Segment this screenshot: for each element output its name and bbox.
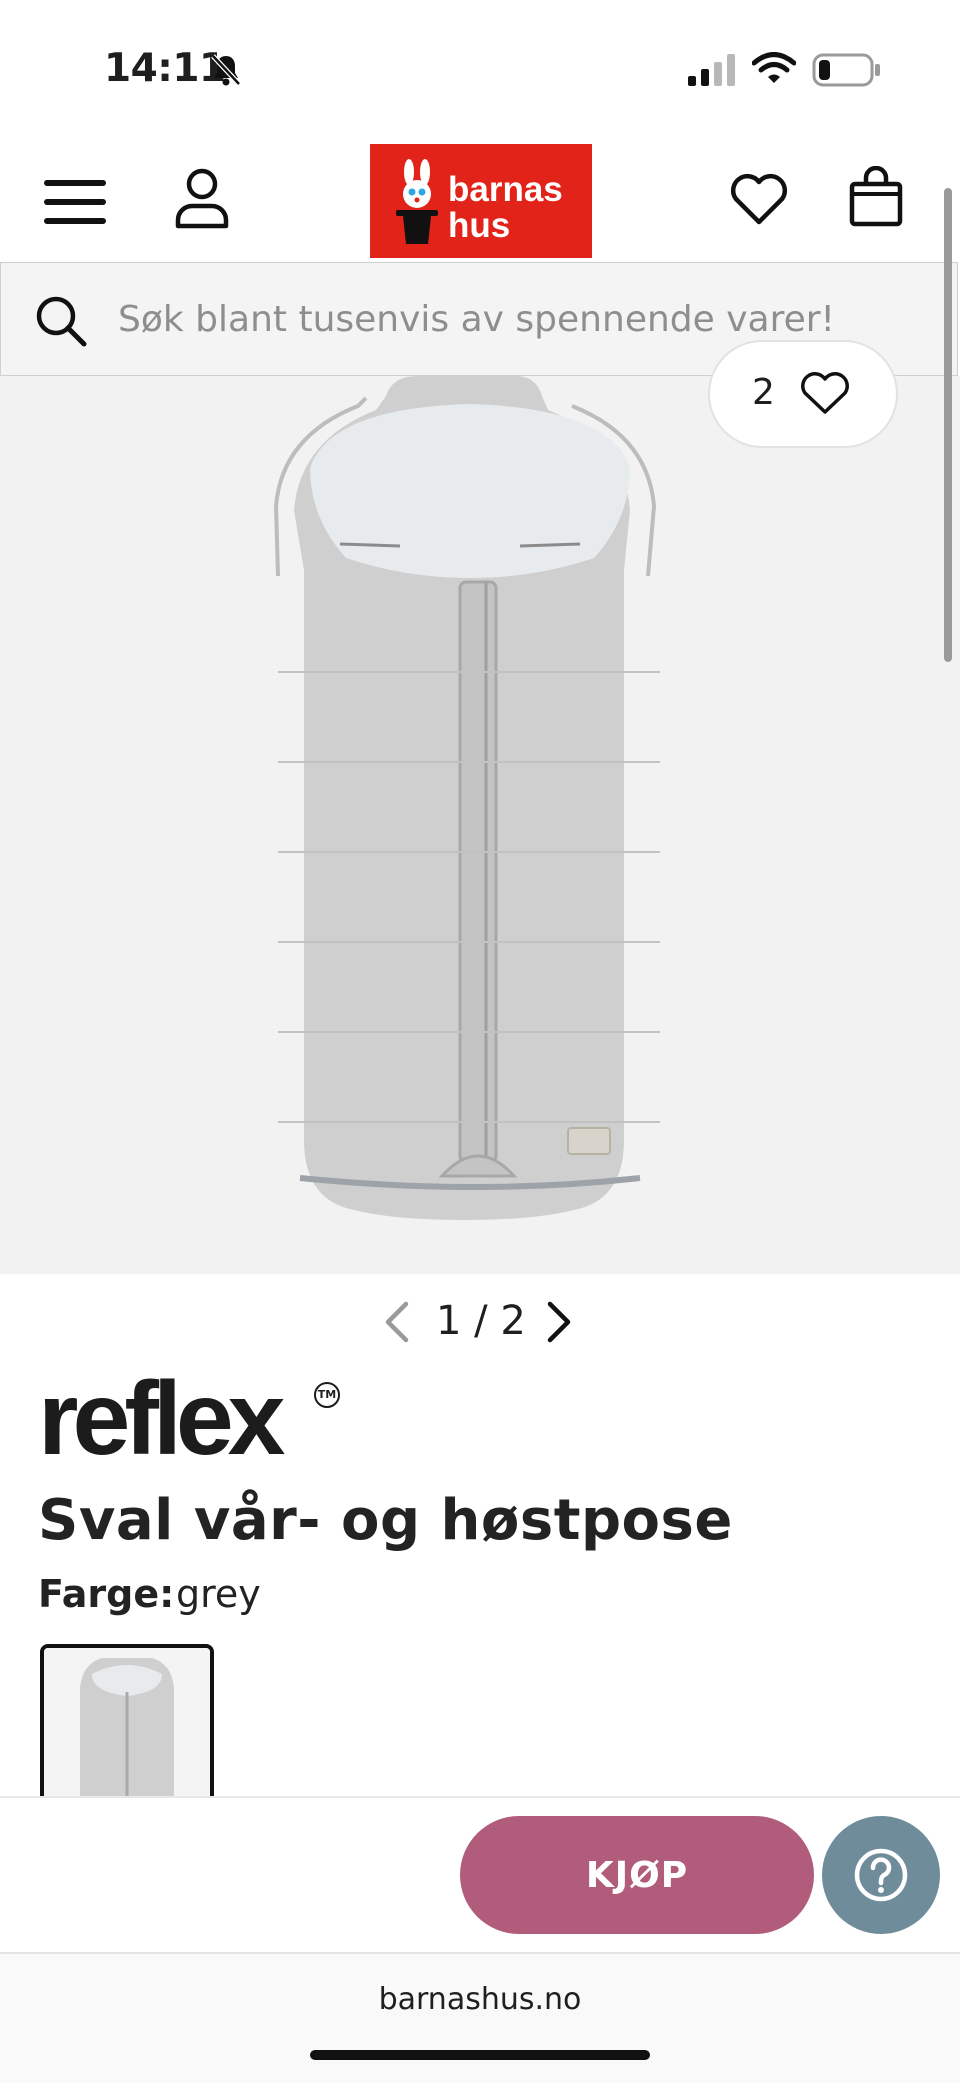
brand-logo[interactable]: reflex — [38, 1364, 286, 1474]
heart-icon — [798, 370, 852, 422]
product-title: Sval vår- og høstpose — [38, 1488, 733, 1553]
buy-button[interactable]: KJØP — [460, 1816, 814, 1934]
chevron-left-icon[interactable] — [382, 1300, 412, 1348]
color-value: grey — [176, 1572, 261, 1616]
bell-slash-icon — [208, 52, 244, 92]
account-button[interactable] — [172, 166, 232, 230]
color-swatch-grey[interactable] — [40, 1644, 214, 1804]
product-image-footmuff[interactable] — [270, 376, 690, 1256]
wifi-icon — [751, 52, 797, 90]
help-icon — [854, 1848, 908, 1902]
page-scrollbar[interactable] — [944, 188, 952, 662]
cart-icon — [849, 165, 903, 227]
wishlist-button[interactable] — [728, 168, 790, 230]
chevron-right-icon[interactable] — [544, 1300, 574, 1348]
home-indicator[interactable] — [310, 2050, 650, 2060]
color-label: Farge: — [38, 1572, 175, 1616]
gallery-pager: 1 / 2 — [436, 1298, 526, 1344]
trademark-mark: TM — [314, 1382, 340, 1408]
browser-url[interactable]: barnashus.no — [0, 1982, 960, 2017]
browser-url-bar[interactable] — [0, 1952, 960, 2083]
wishlist-icon — [730, 174, 788, 225]
like-count: 2 — [752, 372, 775, 413]
bunny-hat-logo-icon — [396, 159, 438, 244]
menu-button[interactable] — [42, 176, 108, 228]
logo-text: barnas hus — [448, 170, 563, 245]
battery-icon — [812, 52, 882, 92]
menu-icon — [44, 180, 106, 224]
signal-icon — [688, 54, 736, 90]
help-button[interactable] — [822, 1816, 940, 1934]
account-icon — [175, 168, 229, 229]
cart-button[interactable] — [848, 165, 904, 228]
search-icon[interactable] — [34, 294, 88, 352]
